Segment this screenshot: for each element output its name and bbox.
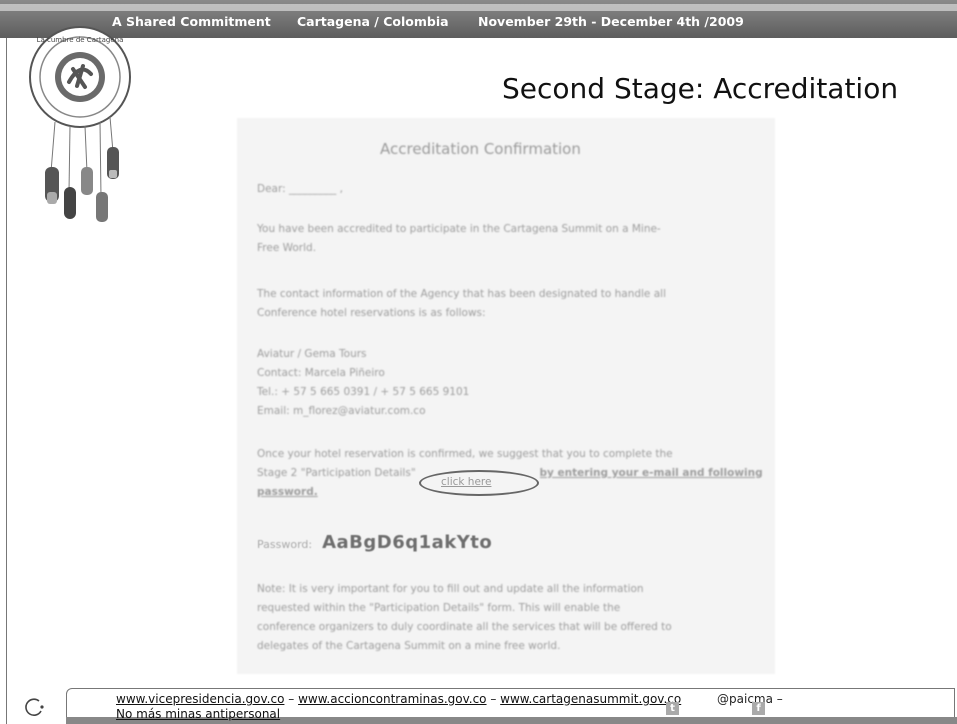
twitter-icon[interactable]: t [666, 702, 679, 715]
paragraph-accredited: You have been accredited to participate … [257, 220, 762, 258]
click-here-text[interactable]: click here [441, 476, 491, 488]
paragraph-fragment: Stage 2 "Participation Details" [257, 467, 416, 479]
paragraph-line: You have been accredited to participate … [257, 223, 661, 235]
note-line: delegates of the Cartagena Summit on a m… [257, 640, 561, 652]
note-paragraph: Note: It is very important for you to fi… [257, 580, 762, 656]
contact-line: Contact: Marcela Piñeiro [257, 367, 385, 379]
note-line: requested within the "Participation Deta… [257, 602, 621, 614]
document-title: Accreditation Confirmation [380, 140, 581, 158]
password-label: Password: [257, 538, 313, 551]
note-line: conference organizers to duly coordinate… [257, 621, 672, 633]
header-highlight [0, 4, 957, 11]
header-location: Cartagena / Colombia [297, 14, 449, 29]
svg-text:La cumbre de Cartagena: La cumbre de Cartagena [37, 36, 124, 44]
footer-tagline: No más minas antipersonal [116, 707, 280, 721]
password-value: AaBgD6q1akYto [322, 532, 493, 553]
greeting-text: Dear: _________ , [257, 183, 343, 195]
greeting: Dear: _________ , [257, 180, 762, 199]
footer-separator: – [284, 692, 299, 706]
paragraph-agency: The contact information of the Agency th… [257, 285, 762, 323]
footer-link-accioncontraminas[interactable]: www.accioncontraminas.gov.co [298, 692, 486, 706]
header-dates: November 29th - December 4th /2009 [478, 14, 744, 29]
click-here-link[interactable]: click here [419, 470, 539, 496]
contact-line: Tel.: + 57 5 665 0391 / + 57 5 665 9101 [257, 386, 470, 398]
paragraph-line: Once your hotel reservation is confirmed… [257, 448, 673, 460]
agency-contact: Aviatur / Gema Tours Contact: Marcela Pi… [257, 345, 762, 421]
circle-logo-icon [25, 698, 44, 716]
paragraph-line: Conference hotel reservations is as foll… [257, 307, 486, 319]
footer-link-vicepresidencia[interactable]: www.vicepresidencia.gov.co [116, 692, 284, 706]
contact-line: Email: m_florez@aviatur.com.co [257, 405, 426, 417]
cartagena-summit-logo: La cumbre de Cartagena [29, 26, 131, 222]
paragraph-line: Free World. [257, 242, 317, 254]
footer-separator: – [486, 692, 501, 706]
footer-handle: @paicma – [717, 692, 783, 706]
paragraph-fragment: by entering your e-mail and following [539, 467, 762, 479]
facebook-icon[interactable]: f [752, 702, 765, 715]
slide-title: Second Stage: Accreditation [502, 72, 899, 105]
header-tagline: A Shared Commitment [112, 14, 271, 29]
paragraph-line: The contact information of the Agency th… [257, 288, 667, 300]
footer-link-cartagenasummit[interactable]: www.cartagenasummit.gov.co [500, 692, 681, 706]
note-line: Note: It is very important for you to fi… [257, 583, 644, 595]
footer-tagline-link[interactable]: No más minas antipersonal [116, 707, 280, 721]
footer-links: www.vicepresidencia.gov.co – www.accionc… [116, 692, 783, 706]
password-row: Password: AaBgD6q1akYto [257, 532, 492, 553]
contact-line: Aviatur / Gema Tours [257, 348, 367, 360]
